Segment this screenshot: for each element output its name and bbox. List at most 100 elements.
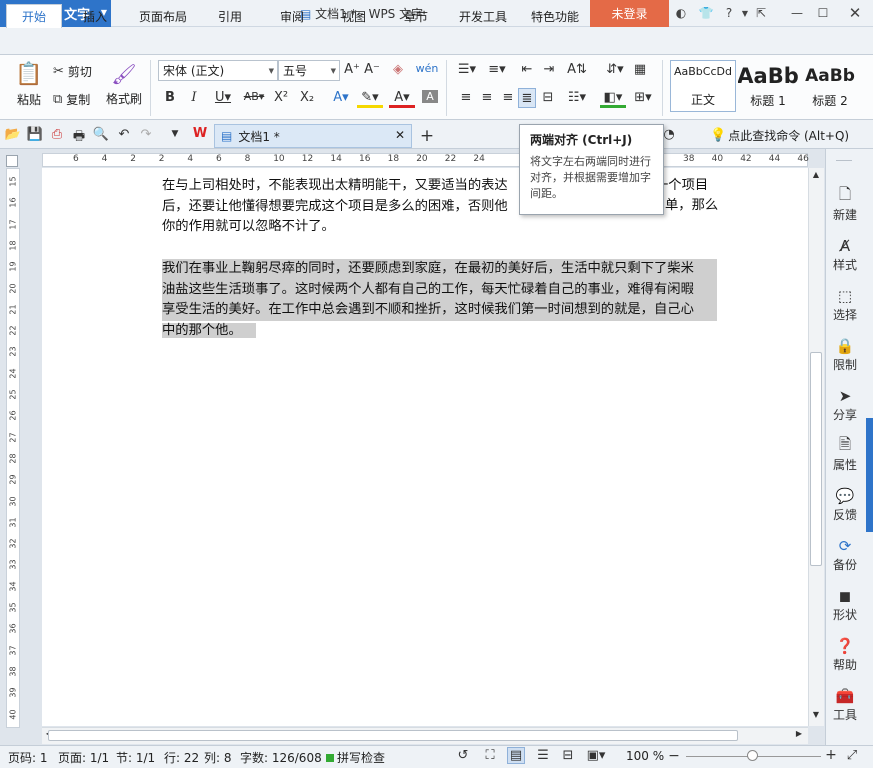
panel-new[interactable]: 🗋 新建	[825, 185, 865, 223]
shirt-icon[interactable]: 👕	[697, 4, 715, 22]
document-tab[interactable]: ▤ 文档1 * ✕	[214, 124, 412, 148]
spell-check-toggle[interactable]: 拼写检查	[326, 749, 385, 766]
skin-icon[interactable]: ◐	[672, 4, 690, 22]
distributed-align-icon[interactable]: ⊟	[540, 90, 556, 105]
new-tab-icon[interactable]: +	[418, 126, 436, 146]
maximize-icon[interactable]: ☐	[814, 4, 832, 22]
horizontal-ruler[interactable]: 6 4 2 2 4 6 8 10 12 14 16 18 20 22 24 38 40 42 44 46	[42, 153, 809, 167]
char-shading-icon[interactable]: A	[422, 90, 438, 103]
tab-developer[interactable]: 开发工具	[452, 4, 514, 28]
scroll-right-icon[interactable]: ▶	[794, 729, 804, 738]
zoom-in-icon[interactable]: +	[825, 747, 837, 763]
login-button[interactable]: 未登录	[590, 0, 669, 27]
panel-share[interactable]: ➤ 分享	[825, 386, 865, 423]
shading-icon[interactable]: ◧▾	[600, 90, 626, 108]
sync-icon[interactable]: ◔	[662, 127, 676, 142]
panel-shapes[interactable]: ◼ 形状	[825, 586, 865, 623]
reading-view-icon[interactable]: ▣▾	[585, 748, 607, 763]
panel-help[interactable]: ❓ 帮助	[825, 636, 865, 673]
panel-backup[interactable]: ⟳ 备份	[825, 536, 865, 573]
italic-icon[interactable]: I	[186, 90, 202, 105]
change-case-icon[interactable]: A⇅	[564, 62, 590, 77]
superscript-icon[interactable]: X²	[272, 90, 290, 105]
vertical-scroll-thumb[interactable]	[810, 352, 822, 566]
print-icon[interactable]: 🖶	[71, 127, 87, 149]
sort-icon[interactable]: ⇵▾	[602, 62, 628, 77]
paste-button[interactable]: 📋 粘贴	[10, 62, 48, 108]
align-right-icon[interactable]: ≡	[500, 90, 516, 105]
numbered-list-icon[interactable]: ≡▾	[484, 62, 510, 77]
tab-insert[interactable]: 插入	[70, 4, 120, 28]
align-center-icon[interactable]: ≡	[479, 90, 495, 105]
fullscreen-icon[interactable]: ⛶	[482, 748, 498, 763]
close-tab-icon[interactable]: ✕	[395, 128, 405, 142]
copy-button[interactable]: ⧉ 复制	[53, 91, 90, 108]
command-search[interactable]: 💡 点此查找命令 (Alt+Q)	[710, 127, 849, 144]
paragraph-2-selected[interactable]: 我们在事业上鞠躬尽瘁的同时，还要顾虑到家庭，在最初的美好后，生活中就只剩下了柴米…	[162, 259, 717, 341]
format-painter-button[interactable]: 🖌 格式刷	[104, 62, 144, 107]
style-heading-2[interactable]: AaBb 标题 2	[800, 60, 860, 112]
chevron-down-icon[interactable]: ▼	[168, 129, 182, 139]
increase-indent-icon[interactable]: ⇥	[540, 62, 558, 77]
zoom-out-icon[interactable]: −	[668, 748, 680, 764]
panel-select[interactable]: ⬚ 选择	[825, 286, 865, 323]
font-name-select[interactable]: 宋体 (正文) ▼	[158, 60, 278, 81]
save-icon[interactable]: 💾	[27, 127, 43, 142]
status-word-count[interactable]: 字数: 126/608	[240, 749, 322, 766]
panel-tools[interactable]: 🧰 工具	[825, 686, 865, 723]
bullet-list-icon[interactable]: ☰▾	[454, 62, 480, 77]
border-icon[interactable]: ⊞▾	[630, 90, 656, 105]
justify-button[interactable]: ≣	[518, 88, 536, 108]
line-spacing-icon[interactable]: ☷▾	[564, 90, 590, 105]
panel-collapse-handle[interactable]	[866, 418, 873, 532]
underline-icon[interactable]: U▾	[210, 90, 236, 105]
table-border-icon[interactable]: ▦	[632, 62, 648, 77]
tab-chapter[interactable]: 章节	[392, 4, 440, 28]
minimize-icon[interactable]: —	[788, 4, 806, 22]
phonetic-guide-icon[interactable]: wén	[414, 62, 440, 75]
horizontal-scroll-thumb[interactable]	[48, 730, 738, 741]
tab-features[interactable]: 特色功能	[524, 4, 586, 28]
font-size-select[interactable]: 五号 ▼	[278, 60, 340, 81]
tab-page-layout[interactable]: 页面布局	[132, 4, 194, 28]
tab-references[interactable]: 引用	[206, 4, 254, 28]
subscript-icon[interactable]: X₂	[298, 90, 316, 105]
style-heading-1[interactable]: AaBb 标题 1	[738, 60, 798, 112]
document-page[interactable]	[42, 168, 808, 726]
text-effect-icon[interactable]: A▾	[328, 90, 354, 105]
tab-view[interactable]: 视图	[330, 4, 378, 28]
scroll-down-icon[interactable]: ▼	[810, 710, 822, 719]
wps-home-icon[interactable]: W	[191, 126, 209, 141]
history-icon[interactable]: ↺	[455, 748, 471, 763]
redo-icon[interactable]: ↷	[138, 127, 154, 142]
clear-format-icon[interactable]: ◈	[390, 62, 406, 77]
bold-icon[interactable]: B	[162, 90, 178, 105]
grow-font-icon[interactable]: A⁺	[344, 62, 360, 77]
zoom-slider-thumb[interactable]	[747, 750, 758, 761]
shrink-font-icon[interactable]: A⁻	[364, 62, 380, 77]
cut-button[interactable]: ✂ 剪切	[53, 63, 92, 80]
zoom-level[interactable]: 100 %	[626, 749, 664, 763]
outline-view-icon[interactable]: ☰	[535, 748, 551, 763]
undo-icon[interactable]: ↶	[116, 127, 132, 142]
scroll-up-icon[interactable]: ▲	[810, 170, 822, 179]
decrease-indent-icon[interactable]: ⇤	[518, 62, 536, 77]
panel-feedback[interactable]: 💬 反馈	[825, 486, 865, 523]
web-view-icon[interactable]: ⊟	[560, 748, 576, 763]
panel-restrict[interactable]: 🔒 限制	[825, 336, 865, 373]
restore-ribbon-icon[interactable]: ⇱	[752, 4, 770, 22]
tab-review[interactable]: 审阅	[268, 4, 316, 28]
close-icon[interactable]: ✕	[846, 4, 864, 22]
highlight-icon[interactable]: ✎▾	[357, 90, 383, 108]
panel-properties[interactable]: 🗎 属性	[825, 435, 865, 473]
vertical-ruler[interactable]: 15 16 17 18 19 20 21 22 23 24 25 26 27 28 29 30 31 32 33 34…	[6, 168, 20, 728]
page-view-icon[interactable]: ▤	[507, 747, 525, 764]
tab-stop-selector[interactable]	[6, 155, 18, 167]
export-pdf-icon[interactable]: ⎙	[49, 127, 65, 142]
fit-window-icon[interactable]: ⤢	[845, 748, 859, 763]
print-preview-icon[interactable]: 🔍	[93, 127, 109, 142]
panel-styles[interactable]: A̸ 样式	[825, 236, 865, 273]
align-left-icon[interactable]: ≡	[458, 90, 474, 105]
tab-home[interactable]: 开始	[6, 4, 62, 28]
style-normal[interactable]: AaBbCcDd 正文	[670, 60, 736, 112]
